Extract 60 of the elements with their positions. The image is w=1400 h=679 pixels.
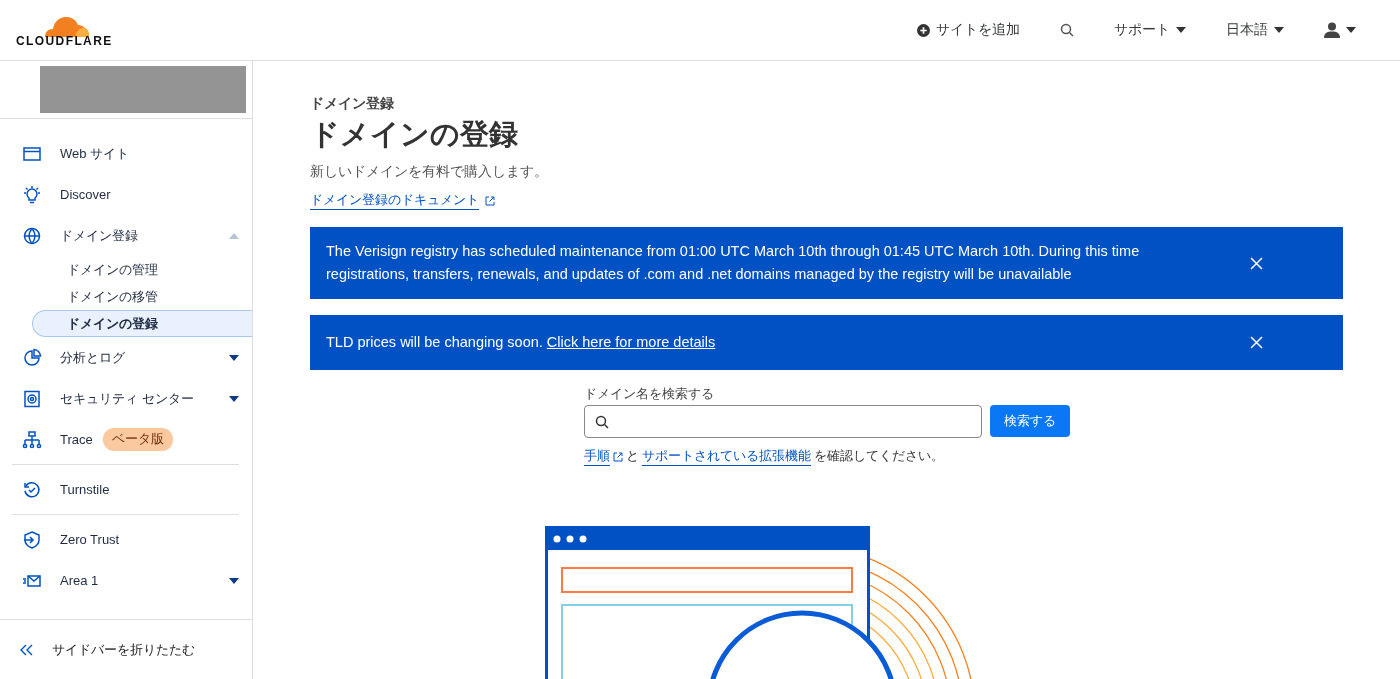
domain-search-field[interactable] xyxy=(583,405,982,438)
search-icon xyxy=(594,414,609,429)
pie-icon xyxy=(22,347,42,368)
sidebar-subitem[interactable]: ドメインの管理 xyxy=(32,256,252,283)
link[interactable]: Click here for more details xyxy=(546,334,716,350)
dropdown-menu[interactable]: 日本語 xyxy=(1220,17,1290,43)
breadcrumb: ドメイン登録 xyxy=(310,95,395,113)
double-chevron-left-icon xyxy=(20,643,34,656)
tree-icon xyxy=(22,429,42,450)
logo[interactable]: CLOUDFLARE xyxy=(16,12,113,48)
sidebar-item-label: Area 1 xyxy=(60,573,100,588)
help-link[interactable]: サポートされている拡張機能 xyxy=(641,447,811,466)
logo-text: CLOUDFLARE xyxy=(16,33,113,48)
search-icon xyxy=(1060,23,1074,37)
page-title: ドメインの登録 xyxy=(310,117,519,152)
sidebar-item-label: Trace xyxy=(60,432,93,447)
shield-icon xyxy=(22,529,42,550)
help-link[interactable]: 手順 xyxy=(583,447,610,466)
sidebar-item-label: Discover xyxy=(60,187,112,202)
external-link-icon xyxy=(612,451,623,462)
help-text: 手順 と サポートされている拡張機能 を確認してください。 xyxy=(583,447,1070,466)
sidebar-item[interactable]: セキュリティ センター xyxy=(12,378,239,419)
close-icon xyxy=(1250,336,1263,349)
search-label: ドメイン名を検索する xyxy=(583,386,715,403)
banner-text: The Verisign registry has scheduled maintenance from 01:00 UTC March 10th through 01:45 UTC March 10th. During this time registrations, transfers, renewals, and updates of .com and .net domains managed by the registry will be unavailable xyxy=(326,242,1141,284)
caret-icon xyxy=(1176,27,1186,33)
caret-icon xyxy=(1346,27,1356,33)
globe-icon xyxy=(22,225,42,246)
safe-icon xyxy=(22,388,42,409)
sidebar-item[interactable]: 分析とログ xyxy=(12,337,239,378)
collapse-sidebar-button[interactable]: サイドバーを折りたたむ xyxy=(0,619,252,679)
sidebar-subitem[interactable]: ドメインの移管 xyxy=(32,283,252,310)
sidebar-item[interactable]: Discover xyxy=(12,174,239,215)
search-button[interactable]: 検索する xyxy=(989,405,1070,437)
bulb-icon xyxy=(22,184,42,205)
sidebar-item-label: 分析とログ xyxy=(60,348,126,367)
sidebar-item-label: Turnstile xyxy=(60,482,111,497)
sidebar-item[interactable]: Turnstile xyxy=(12,469,239,510)
sidebar-item-label: Zero Trust xyxy=(60,532,121,547)
sidebar-item[interactable]: Web サイト xyxy=(12,133,239,174)
sidebar-item-label: セキュリティ センター xyxy=(60,389,195,408)
external-link-icon xyxy=(485,195,495,206)
beta-badge: ベータ版 xyxy=(102,428,173,451)
sidebar-item[interactable]: Zero Trust xyxy=(12,519,239,560)
user-icon xyxy=(1324,22,1340,38)
close-icon xyxy=(1250,256,1263,270)
sidebar-item[interactable]: Area 1 xyxy=(12,560,239,601)
sidebar-item[interactable]: ドメイン登録 xyxy=(12,215,239,256)
dropdown-menu[interactable]: サポート xyxy=(1108,17,1192,43)
sidebar-subitem[interactable]: ドメインの登録 xyxy=(32,310,252,337)
refresh-check-icon xyxy=(22,479,42,500)
sidebar-item-label: ドメイン登録 xyxy=(60,226,139,245)
sidebar-item[interactable]: Trace ベータ版 xyxy=(12,419,239,460)
sidebar-item-label: Web サイト xyxy=(60,144,131,163)
page-description: 新しいドメインを有料で購入します。 xyxy=(310,163,549,181)
banner-text: TLD prices will be changing soon. Click here for more details xyxy=(326,333,717,352)
caret-icon xyxy=(1274,27,1284,33)
add-site-button[interactable]: サイトを追加 xyxy=(911,17,1026,43)
documentation-link[interactable]: ドメイン登録のドキュメント xyxy=(310,191,479,210)
plus-circle-icon xyxy=(917,23,930,37)
